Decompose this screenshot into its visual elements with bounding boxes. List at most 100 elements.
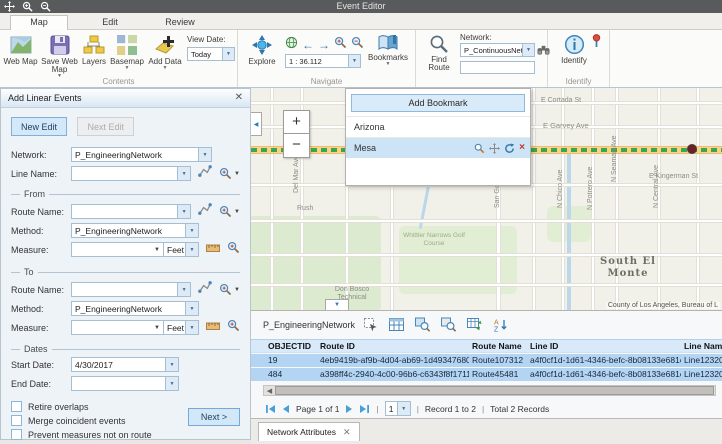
last-page-icon[interactable]: [359, 404, 370, 414]
table-row[interactable]: 19 4eb9419b-af9b-4d04-ab69-1d493476802b …: [251, 354, 722, 367]
from-route-name-select[interactable]: ▼: [71, 204, 191, 219]
web-map-button[interactable]: Web Map: [2, 34, 39, 66]
column-header[interactable]: Line Name: [681, 340, 722, 352]
basemap-button[interactable]: Basemap ▼: [109, 34, 145, 71]
tab-review[interactable]: Review: [150, 16, 210, 30]
column-header[interactable]: Route Name: [469, 340, 527, 352]
next-extent-icon[interactable]: →: [318, 39, 330, 51]
bookmark-delete-icon[interactable]: ×: [519, 143, 525, 153]
merge-coincident-checkbox[interactable]: [11, 415, 22, 426]
caret-icon[interactable]: ▼: [397, 402, 410, 415]
select-route-on-map-icon[interactable]: [198, 280, 212, 299]
globe-icon[interactable]: [285, 36, 298, 54]
prevent-measures-checkbox[interactable]: [11, 429, 22, 440]
bookmarks-button[interactable]: Bookmarks ▼: [365, 34, 411, 67]
bookmark-item-mesa[interactable]: Mesa ×: [346, 137, 530, 158]
pin-icon[interactable]: [590, 34, 603, 53]
network-field-select[interactable]: P_EngineeringNetwork ▼: [71, 147, 212, 162]
bookmarks-dropdown-caret[interactable]: ▼: [365, 62, 411, 67]
zoom-to-selected-icon[interactable]: [415, 317, 430, 332]
zoom-menu-icon[interactable]: ▼: [219, 283, 240, 296]
caret-icon[interactable]: ▼: [185, 243, 198, 256]
zoom-menu-icon[interactable]: ▼: [219, 167, 240, 180]
to-route-name-select[interactable]: ▼: [71, 282, 191, 297]
save-web-map-button[interactable]: Save Web Map ▼: [41, 34, 78, 79]
previous-extent-icon[interactable]: ←: [302, 39, 314, 51]
caret-icon[interactable]: ▼: [177, 167, 190, 180]
map-zoom-in-button[interactable]: +: [283, 110, 310, 134]
bookmark-item-arizona[interactable]: Arizona: [346, 116, 530, 137]
close-tab-icon[interactable]: ✕: [343, 427, 351, 438]
open-table-icon[interactable]: [389, 318, 404, 331]
tab-edit[interactable]: Edit: [84, 16, 136, 30]
explore-button[interactable]: Explore: [243, 34, 281, 66]
scale-select[interactable]: 1 : 36.112 ▼: [285, 54, 361, 68]
caret-icon[interactable]: ▼: [165, 358, 178, 371]
switch-selection-icon[interactable]: [467, 318, 482, 331]
tab-network-attributes[interactable]: Network Attributes ✕: [258, 422, 360, 441]
caret-icon[interactable]: ▼: [165, 377, 178, 390]
to-measure-input[interactable]: ▼: [71, 320, 163, 335]
first-page-icon[interactable]: [265, 404, 276, 414]
bookmark-pan-icon[interactable]: [489, 143, 500, 154]
add-data-dropdown-caret[interactable]: ▼: [146, 66, 184, 71]
network-select[interactable]: P_ContinuousNetwork ▼: [460, 43, 535, 57]
caret-icon[interactable]: ▼: [185, 224, 198, 237]
caret-icon[interactable]: ▼: [151, 247, 163, 253]
scrollbar-thumb[interactable]: [275, 386, 714, 395]
caret-icon[interactable]: ▼: [198, 148, 211, 161]
panel-close-icon[interactable]: ✕: [235, 93, 243, 103]
basemap-dropdown-caret[interactable]: ▼: [109, 66, 145, 71]
view-date-select[interactable]: Today ▼: [187, 47, 235, 61]
scroll-left-icon[interactable]: ◀: [264, 387, 275, 395]
table-horizontal-scrollbar[interactable]: ◀: [263, 385, 716, 396]
previous-page-icon[interactable]: [282, 404, 290, 414]
ruler-icon[interactable]: [206, 241, 220, 259]
new-edit-button[interactable]: New Edit: [11, 117, 67, 136]
table-row[interactable]: 484 a398ff4c-2940-4c00-96b6-c6343f8f1711…: [251, 368, 722, 381]
end-date-select[interactable]: ▼: [71, 376, 179, 391]
from-unit-select[interactable]: Feet ▼: [163, 242, 199, 257]
zoom-to-measure-icon[interactable]: [227, 319, 240, 337]
line-name-select[interactable]: ▼: [71, 166, 191, 181]
view-date-caret-icon[interactable]: ▼: [222, 48, 234, 60]
layers-button[interactable]: Layers: [79, 34, 109, 66]
column-header[interactable]: OBJECTID: [265, 340, 317, 352]
collapse-panel-arrow[interactable]: ◀: [251, 112, 262, 136]
network-caret-icon[interactable]: ▼: [522, 44, 534, 56]
retire-overlaps-checkbox[interactable]: [11, 401, 22, 412]
sort-icon[interactable]: AZ: [493, 318, 508, 332]
next-page-icon[interactable]: [345, 404, 353, 414]
zoom-out-map-icon[interactable]: [351, 36, 364, 54]
add-bookmark-button[interactable]: Add Bookmark: [351, 94, 525, 112]
identify-button[interactable]: Identify: [556, 34, 592, 65]
map-zoom-out-button[interactable]: −: [283, 134, 310, 158]
add-data-button[interactable]: Add Data ▼: [146, 34, 184, 71]
caret-icon[interactable]: ▼: [185, 302, 198, 315]
from-method-select[interactable]: P_EngineeringNetwork ▼: [71, 223, 199, 238]
column-header[interactable]: Line ID: [527, 340, 681, 352]
page-number-select[interactable]: 1 ▼: [385, 401, 411, 416]
caret-icon[interactable]: ▼: [177, 283, 190, 296]
select-features-icon[interactable]: [363, 317, 378, 332]
zoom-menu-icon[interactable]: ▼: [219, 205, 240, 218]
caret-icon[interactable]: ▼: [185, 321, 198, 334]
from-measure-input[interactable]: ▼: [71, 242, 163, 257]
find-route-input[interactable]: [460, 61, 535, 74]
select-line-on-map-icon[interactable]: [198, 164, 212, 183]
pan-to-selected-icon[interactable]: [441, 317, 456, 332]
column-header[interactable]: Route ID: [317, 340, 469, 352]
bookmark-refresh-icon[interactable]: [504, 143, 515, 154]
zoom-in-map-icon[interactable]: [334, 36, 347, 54]
tab-map[interactable]: Map: [10, 15, 68, 30]
select-route-on-map-icon[interactable]: [198, 202, 212, 221]
zoom-to-measure-icon[interactable]: [227, 241, 240, 259]
start-date-select[interactable]: 4/30/2017 ▼: [71, 357, 179, 372]
caret-icon[interactable]: ▼: [177, 205, 190, 218]
scale-caret-icon[interactable]: ▼: [348, 55, 360, 67]
next-button[interactable]: Next >: [188, 408, 240, 426]
collapse-table-arrow[interactable]: ▼: [325, 299, 349, 310]
ruler-icon[interactable]: [206, 319, 220, 337]
to-method-select[interactable]: P_EngineeringNetwork ▼: [71, 301, 199, 316]
caret-icon[interactable]: ▼: [151, 325, 163, 331]
